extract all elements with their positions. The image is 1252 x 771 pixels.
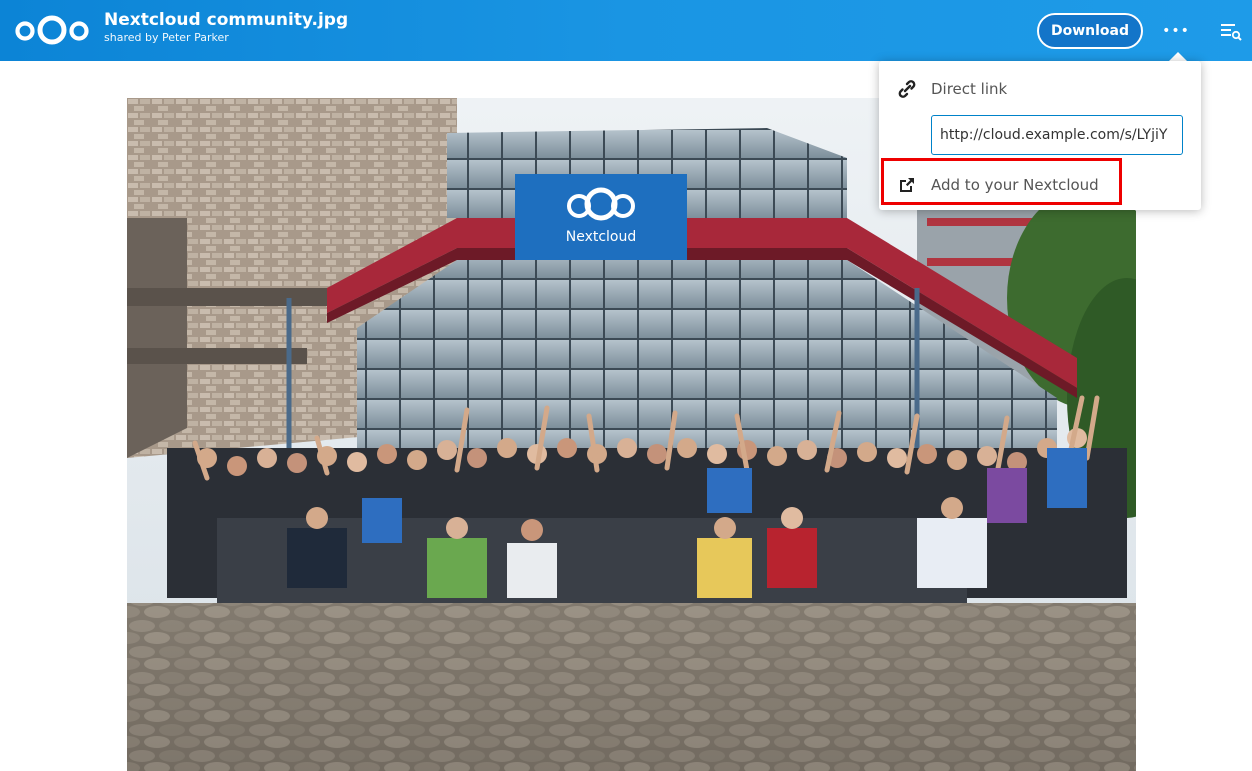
nextcloud-logo-icon[interactable] (14, 12, 90, 48)
add-to-nextcloud-label: Add to your Nextcloud (931, 176, 1099, 194)
direct-link-label: Direct link (931, 80, 1008, 98)
file-title: Nextcloud community.jpg (104, 10, 349, 30)
file-info: Nextcloud community.jpg shared by Peter … (104, 9, 348, 45)
more-actions-button[interactable]: ••• (1158, 14, 1194, 48)
direct-link-field[interactable] (931, 115, 1183, 155)
banner-text: Nextcloud (566, 229, 637, 245)
details-list-icon[interactable] (1218, 18, 1244, 44)
shared-by-text: shared by Peter Parker (104, 31, 229, 44)
add-to-nextcloud-item[interactable]: Add to your Nextcloud (879, 165, 1201, 205)
external-link-icon (900, 178, 914, 192)
header-bar: Nextcloud community.jpg shared by Peter … (0, 0, 1252, 61)
download-button[interactable]: Download (1037, 13, 1143, 49)
share-menu: Direct link Add to your Nextcloud (879, 61, 1201, 210)
link-icon (898, 80, 916, 98)
direct-link-item[interactable]: Direct link (879, 69, 1201, 109)
